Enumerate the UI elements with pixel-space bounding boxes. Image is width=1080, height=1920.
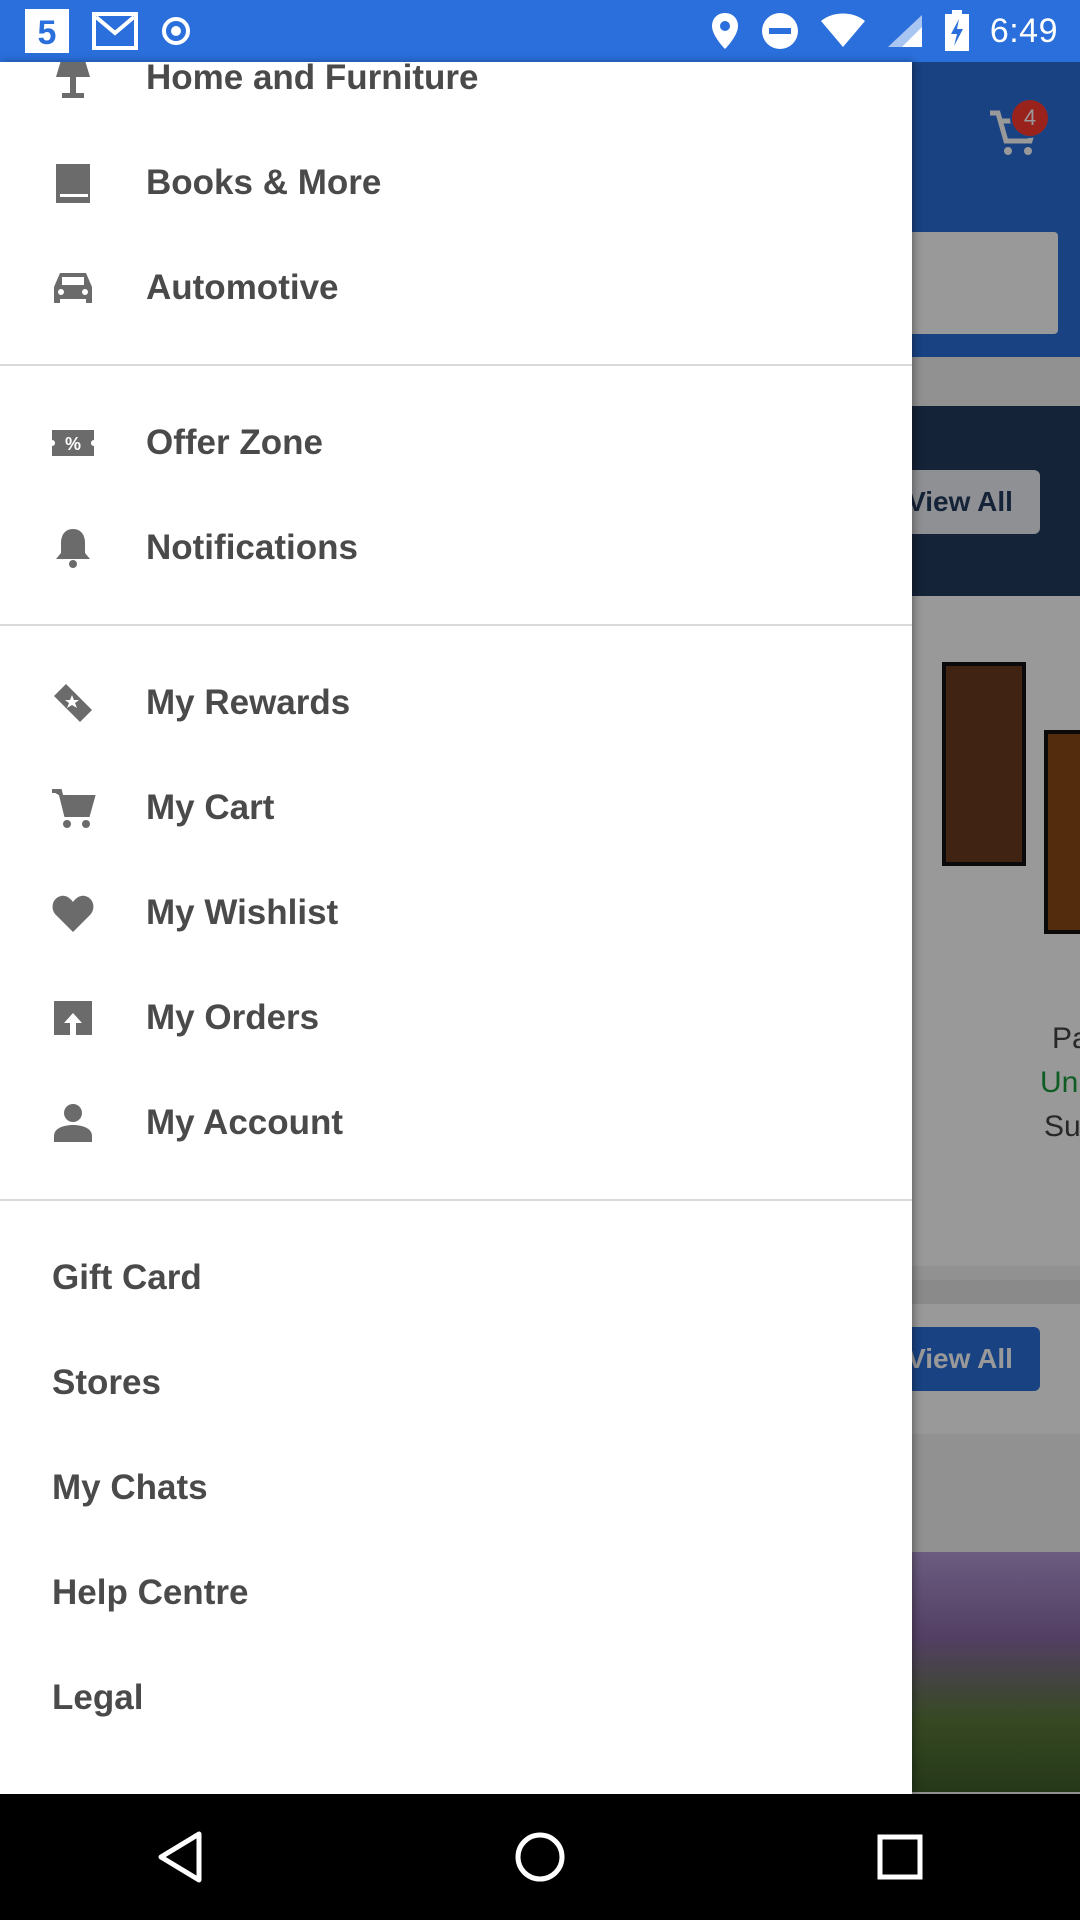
menu-item-label: Legal [52, 1677, 144, 1717]
menu-item-label: My Cart [146, 787, 275, 827]
system-nav-bar [0, 1794, 1080, 1920]
menu-item-label: Books & More [146, 162, 382, 202]
menu-item-home-and-furniture[interactable]: Home and Furniture [0, 62, 912, 130]
clock: 6:49 [989, 11, 1058, 50]
svg-text:%: % [65, 434, 81, 454]
menu-item-stores[interactable]: Stores [0, 1330, 912, 1435]
menu-item-label: My Orders [146, 997, 320, 1037]
lamp-icon [50, 62, 96, 101]
gmail-icon [92, 11, 138, 51]
car-icon [50, 265, 96, 311]
person-icon [50, 1100, 96, 1146]
location-icon [710, 11, 740, 51]
menu-item-label: Gift Card [52, 1257, 202, 1297]
book-icon [50, 160, 96, 206]
heart-icon [50, 890, 96, 936]
menu-item-label: My Rewards [146, 682, 351, 722]
menu-item-my-cart[interactable]: My Cart [0, 755, 912, 860]
menu-item-label: Automotive [146, 267, 339, 307]
menu-item-legal[interactable]: Legal [0, 1645, 912, 1750]
home-circle-icon [515, 1832, 565, 1882]
cart-icon [50, 785, 96, 831]
menu-item-label: Home and Furniture [146, 62, 479, 97]
offer-ticket-icon: % [50, 420, 96, 466]
divider [0, 624, 912, 626]
divider [0, 364, 912, 366]
sync-icon [160, 15, 192, 47]
menu-item-label: Stores [52, 1362, 161, 1402]
menu-item-label: Help Centre [52, 1572, 249, 1612]
status-bar: 5 6:49 [0, 0, 1080, 62]
do-not-disturb-icon [760, 11, 800, 51]
divider [0, 1199, 912, 1201]
navigation-drawer: Home and Furniture Books & More Automoti… [0, 62, 912, 1794]
menu-item-notifications[interactable]: Notifications [0, 495, 912, 600]
menu-item-my-orders[interactable]: My Orders [0, 965, 912, 1070]
bell-icon [50, 525, 96, 571]
svg-text:5: 5 [38, 14, 57, 52]
menu-item-label: Notifications [146, 527, 358, 567]
back-triangle-icon [158, 1831, 202, 1883]
recents-button[interactable] [860, 1817, 940, 1897]
menu-item-label: My Chats [52, 1467, 208, 1507]
recents-square-icon [877, 1834, 923, 1880]
menu-item-label: My Wishlist [146, 892, 339, 932]
menu-item-my-chats[interactable]: My Chats [0, 1435, 912, 1540]
drawer-menu: Home and Furniture Books & More Automoti… [0, 62, 912, 1750]
wifi-icon [820, 13, 866, 49]
battery-charging-icon [944, 10, 970, 52]
menu-item-books-and-more[interactable]: Books & More [0, 130, 912, 235]
menu-item-label: My Account [146, 1102, 344, 1142]
menu-item-offer-zone[interactable]: % Offer Zone [0, 390, 912, 495]
channel-5-app-icon: 5 [24, 8, 70, 54]
menu-item-my-wishlist[interactable]: My Wishlist [0, 860, 912, 965]
menu-item-help-centre[interactable]: Help Centre [0, 1540, 912, 1645]
orders-box-icon [50, 995, 96, 1041]
rewards-tag-icon [50, 680, 96, 726]
signal-icon [886, 13, 924, 49]
menu-item-my-rewards[interactable]: My Rewards [0, 650, 912, 755]
menu-item-my-account[interactable]: My Account [0, 1070, 912, 1175]
menu-item-automotive[interactable]: Automotive [0, 235, 912, 340]
back-button[interactable] [140, 1817, 220, 1897]
home-button[interactable] [500, 1817, 580, 1897]
menu-item-label: Offer Zone [146, 422, 323, 462]
menu-item-gift-card[interactable]: Gift Card [0, 1225, 912, 1330]
